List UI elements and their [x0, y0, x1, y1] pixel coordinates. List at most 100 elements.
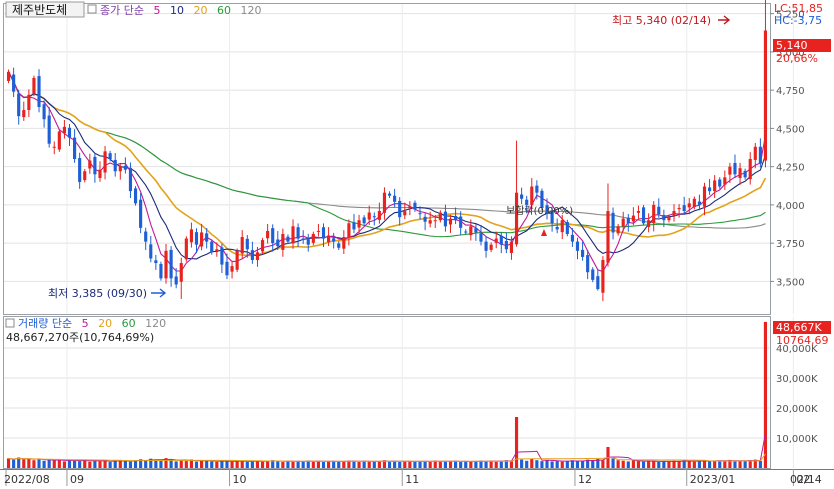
candle-body	[205, 233, 209, 242]
volume-bar	[260, 461, 265, 468]
volume-bar	[27, 458, 31, 468]
candle-body	[12, 74, 16, 92]
price-tick-label: 4,500	[776, 124, 805, 135]
volume-legend-checkbox[interactable]	[5, 318, 15, 328]
volume-bar	[489, 460, 493, 468]
candle-body	[179, 263, 183, 282]
volume-bar	[113, 461, 117, 468]
volume-bar	[372, 461, 376, 468]
volume-bar	[133, 460, 138, 468]
candle-body	[611, 212, 615, 233]
candle-body	[641, 207, 646, 224]
stock-name: 제주반도체	[12, 3, 67, 17]
candle-body	[22, 110, 26, 118]
volume-bar	[327, 461, 331, 468]
volume-bar	[342, 461, 346, 468]
candle-body	[327, 235, 331, 243]
candle-body	[728, 166, 732, 175]
candle-body	[377, 211, 381, 220]
candle-body	[479, 233, 483, 242]
candle-body	[448, 218, 453, 225]
candle-body	[357, 220, 361, 228]
candle-body	[37, 76, 41, 107]
volume-tick-label: 30,000K	[776, 374, 818, 385]
volume-bar	[677, 461, 681, 468]
legend-checkbox[interactable]	[87, 4, 97, 14]
date-label: 2023/01	[690, 473, 736, 486]
vol-pct-tag: 10764,69	[776, 334, 829, 347]
volume-bar	[337, 461, 341, 468]
volume-bar	[245, 462, 249, 468]
volume-bar	[418, 461, 422, 468]
ma-line-5	[8, 71, 767, 273]
volume-bar	[103, 460, 107, 468]
volume-bar	[713, 460, 717, 468]
volume-bar	[367, 461, 371, 468]
candle-body	[88, 160, 92, 169]
candle-body	[113, 159, 117, 172]
volume-bar	[321, 462, 326, 468]
low-arrow-icon	[151, 288, 167, 298]
candle-body	[372, 216, 376, 218]
candlestick-series	[6, 0, 768, 302]
legend-ma120: 120	[240, 4, 261, 17]
vol-legend-20: 20	[98, 317, 112, 330]
volume-bar	[37, 459, 41, 468]
candle-body	[733, 162, 737, 175]
candle-body	[296, 227, 300, 239]
candle-body	[484, 241, 488, 251]
candle-body	[245, 238, 249, 250]
candle-body	[301, 238, 305, 241]
volume-bar	[316, 461, 320, 468]
candle-body	[586, 255, 590, 273]
price-legend: 종가 단순 5 10 20 60 120	[100, 4, 261, 17]
volume-bar	[474, 461, 478, 468]
candle-body	[454, 215, 458, 221]
candle-body	[210, 241, 214, 253]
volume-bar	[357, 462, 361, 468]
volume-bar	[179, 460, 183, 468]
candle-body	[621, 218, 625, 227]
candle-body	[281, 233, 285, 250]
candle-body	[509, 241, 514, 253]
legend-ma60: 60	[217, 4, 231, 17]
date-label-current: 02/14	[790, 473, 822, 486]
volume-bar	[758, 460, 762, 468]
candle-body	[428, 220, 432, 224]
volume-bar	[657, 462, 661, 468]
candle-body	[57, 131, 61, 150]
candle-body	[708, 187, 712, 192]
volume-bar	[67, 460, 72, 468]
candle-body	[6, 71, 11, 81]
volume-bar	[144, 460, 148, 468]
candle-body	[260, 240, 265, 252]
volume-moving-average	[8, 432, 766, 463]
candle-body	[352, 222, 356, 230]
candle-body	[423, 216, 427, 222]
candle-body	[362, 217, 366, 224]
volume-bar	[428, 462, 432, 468]
candle-body	[393, 195, 397, 202]
volume-bar	[362, 460, 366, 468]
candle-body	[459, 216, 463, 228]
candle-body	[337, 243, 341, 248]
candle-body	[93, 156, 97, 175]
candle-body	[225, 261, 229, 276]
candle-body	[215, 249, 219, 252]
candle-body	[753, 146, 757, 160]
candle-body	[494, 238, 498, 243]
candle-body	[98, 169, 102, 178]
volume-bar	[255, 461, 260, 468]
candle-body	[647, 220, 651, 227]
volume-bar	[616, 460, 620, 468]
vol-legend-5: 5	[82, 317, 89, 330]
candle-body	[123, 165, 127, 170]
volume-bar	[423, 461, 427, 468]
volume-bar	[708, 461, 712, 468]
candle-body	[276, 239, 280, 247]
candle-body	[403, 211, 407, 216]
volume-bar	[393, 461, 397, 468]
candle-body	[504, 241, 508, 250]
candle-body	[443, 211, 447, 227]
volume-bar	[22, 459, 26, 468]
